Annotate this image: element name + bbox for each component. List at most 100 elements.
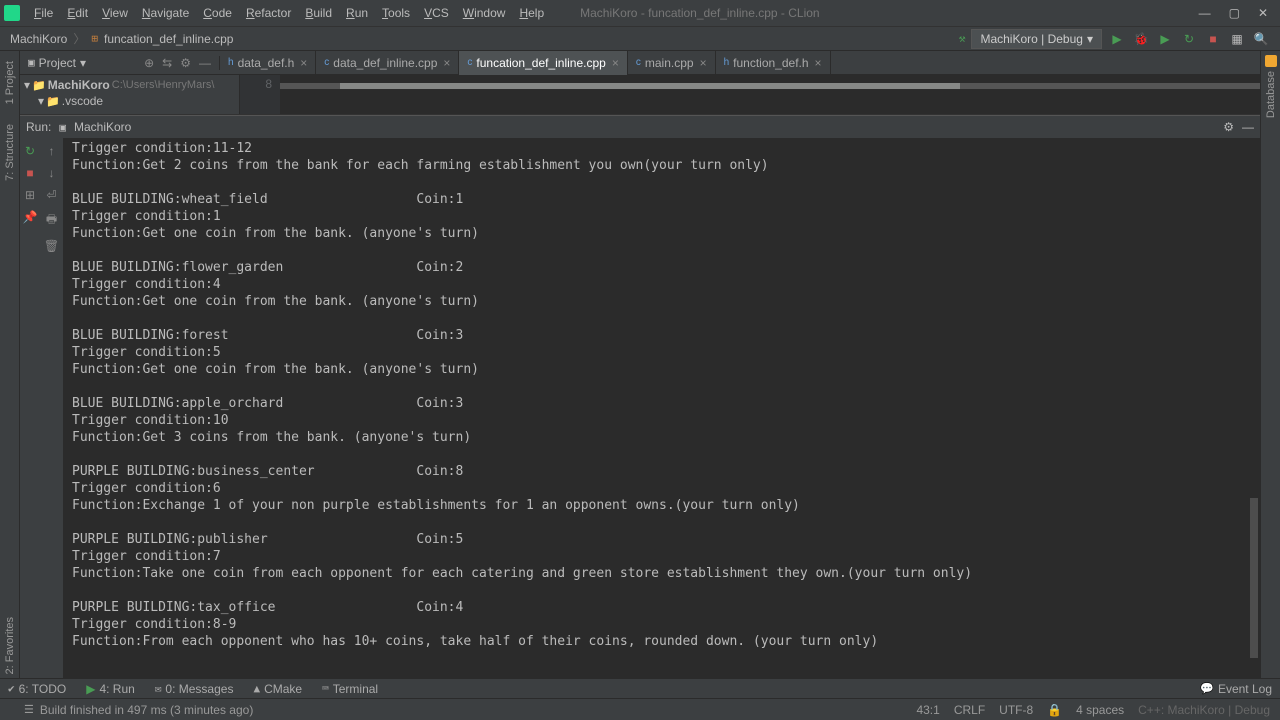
hide-panel-icon[interactable]: — [1242, 120, 1254, 134]
window-title: MachiKoro - funcation_def_inline.cpp - C… [580, 6, 1198, 20]
run-console-toolbar: ↑ ↓ ⏎ 🖶 🗑 [40, 138, 64, 678]
nav-toolbar: MachiKoro 〉 ⊞ funcation_def_inline.cpp ⚒… [0, 27, 1280, 51]
run-config-label: MachiKoro | Debug [980, 32, 1083, 46]
breadcrumb-project[interactable]: MachiKoro [10, 32, 67, 46]
gear-icon[interactable]: ⚙ [1223, 120, 1234, 134]
indent-info[interactable]: 4 spaces [1076, 703, 1124, 717]
project-tree[interactable]: ▾📁MachiKoro C:\Users\HenryMars\ ▾📁.vscod… [20, 75, 240, 114]
breadcrumb-file[interactable]: funcation_def_inline.cpp [104, 32, 233, 46]
tab-close-icon[interactable]: × [443, 56, 450, 70]
tree-root[interactable]: MachiKoro [48, 78, 110, 92]
tab-main-cpp[interactable]: cmain.cpp× [628, 51, 716, 75]
cursor-position[interactable]: 43:1 [916, 703, 939, 717]
down-icon[interactable]: ↓ [49, 166, 55, 180]
bottom-tool-tabs: ✔6: TODO ▶4: Run ✉0: Messages ▲CMake ⌨Te… [0, 678, 1280, 698]
favorites-tool-tab[interactable]: 2: Favorites [4, 613, 16, 678]
menu-tools[interactable]: Tools [376, 4, 416, 22]
project-pane-label[interactable]: Project [39, 56, 76, 70]
debug-icon[interactable]: 🐞 [1132, 30, 1150, 48]
layout-icon[interactable]: ▦ [1228, 30, 1246, 48]
menu-vcs[interactable]: VCS [418, 4, 455, 22]
status-message: Build finished in 497 ms (3 minutes ago) [40, 703, 253, 717]
menu-code[interactable]: Code [197, 4, 238, 22]
app-logo [4, 5, 20, 21]
collapse-icon[interactable]: ⇆ [162, 56, 172, 70]
encoding[interactable]: UTF-8 [999, 703, 1033, 717]
database-icon[interactable] [1265, 55, 1277, 67]
horizontal-scrollbar[interactable] [280, 83, 1260, 89]
console-output[interactable]: Trigger condition:11-12 Function:Get 2 c… [64, 138, 1260, 678]
tab-close-icon[interactable]: × [300, 56, 307, 70]
wrap-icon[interactable]: ⏎ [46, 188, 56, 202]
pin-icon[interactable]: 📌 [23, 210, 38, 224]
project-tool-tab[interactable]: 1 Project [4, 57, 16, 108]
vertical-scrollbar[interactable] [1250, 498, 1258, 658]
maximize-icon[interactable]: ▢ [1229, 6, 1240, 20]
tab-close-icon[interactable]: × [815, 56, 822, 70]
close-icon[interactable]: ✕ [1258, 6, 1268, 20]
folder-icon: ▣ [28, 56, 35, 69]
database-tool-tab[interactable]: Database [1265, 67, 1277, 122]
print-icon[interactable]: 🖶 [46, 210, 57, 231]
project-pane-header: ▣ Project ▾ ⊕ ⇆ ⚙ — [20, 56, 220, 70]
messages-tab[interactable]: ✉0: Messages [155, 682, 234, 696]
run-target[interactable]: MachiKoro [74, 120, 131, 134]
run-tab[interactable]: ▶4: Run [86, 682, 135, 696]
menu-edit[interactable]: Edit [61, 4, 94, 22]
menu-build[interactable]: Build [299, 4, 338, 22]
right-tool-strip: Database [1260, 51, 1280, 678]
cmake-tab[interactable]: ▲CMake [253, 682, 302, 696]
layout-icon[interactable]: ⊞ [25, 188, 35, 202]
stop-icon[interactable]: ■ [26, 166, 33, 180]
run-target-icon: ▣ [59, 121, 66, 134]
titlebar: File Edit View Navigate Code Refactor Bu… [0, 0, 1280, 27]
rerun-icon[interactable]: ↻ [25, 144, 35, 158]
menu-help[interactable]: Help [513, 4, 550, 22]
event-log-tab[interactable]: 💬Event Log [1200, 682, 1272, 696]
tab-function-def-h[interactable]: hfunction_def.h× [716, 51, 831, 75]
tab-funcation-def-inline[interactable]: cfuncation_def_inline.cpp× [459, 51, 627, 75]
coverage-icon[interactable]: ▶ [1156, 30, 1174, 48]
tab-close-icon[interactable]: × [612, 56, 619, 70]
status-icon: ☰ [24, 703, 34, 716]
profile-icon[interactable]: ↻ [1180, 30, 1198, 48]
menu-refactor[interactable]: Refactor [240, 4, 297, 22]
cpp-file-icon: c [324, 57, 329, 68]
left-tool-strip: 1 Project 7: Structure 2: Favorites [0, 51, 20, 678]
tab-data-def-h[interactable]: hdata_def.h× [220, 51, 316, 75]
chevron-down-icon[interactable]: ▾ [80, 56, 86, 70]
up-icon[interactable]: ↑ [49, 144, 55, 158]
editor-tabs: hdata_def.h× cdata_def_inline.cpp× cfunc… [220, 51, 1260, 75]
target-icon[interactable]: ⊕ [144, 56, 154, 70]
structure-tool-tab[interactable]: 7: Structure [4, 120, 16, 185]
run-label: Run: [26, 120, 51, 134]
search-icon[interactable]: 🔍 [1252, 30, 1270, 48]
build-icon[interactable]: ⚒ [959, 32, 966, 45]
menu-window[interactable]: Window [457, 4, 512, 22]
menu-file[interactable]: File [28, 4, 59, 22]
todo-tab[interactable]: ✔6: TODO [8, 682, 66, 696]
editor-area[interactable] [280, 75, 1260, 114]
chevron-down-icon: ▾ [1087, 32, 1093, 46]
run-config-selector[interactable]: MachiKoro | Debug ▾ [971, 29, 1102, 49]
tab-data-def-inline[interactable]: cdata_def_inline.cpp× [316, 51, 459, 75]
menu-view[interactable]: View [96, 4, 134, 22]
stop-icon[interactable]: ■ [1204, 30, 1222, 48]
gear-icon[interactable]: ⚙ [180, 56, 191, 70]
terminal-tab[interactable]: ⌨Terminal [322, 682, 378, 696]
header-file-icon: h [228, 57, 234, 68]
header-file-icon: h [724, 57, 730, 68]
clear-icon[interactable]: 🗑 [44, 239, 59, 253]
menu-run[interactable]: Run [340, 4, 374, 22]
run-icon[interactable]: ▶ [1108, 30, 1126, 48]
main-menu: File Edit View Navigate Code Refactor Bu… [28, 4, 550, 22]
minimize-icon[interactable]: — [1199, 6, 1211, 20]
menu-navigate[interactable]: Navigate [136, 4, 195, 22]
hide-icon[interactable]: — [199, 56, 211, 70]
run-panel-header: Run: ▣ MachiKoro ⚙ — [20, 116, 1260, 138]
tree-vscode[interactable]: .vscode [62, 94, 103, 108]
context-info[interactable]: C++: MachiKoro | Debug [1138, 703, 1270, 717]
lock-icon[interactable]: 🔒 [1047, 703, 1062, 717]
line-ending[interactable]: CRLF [954, 703, 985, 717]
tab-close-icon[interactable]: × [700, 56, 707, 70]
